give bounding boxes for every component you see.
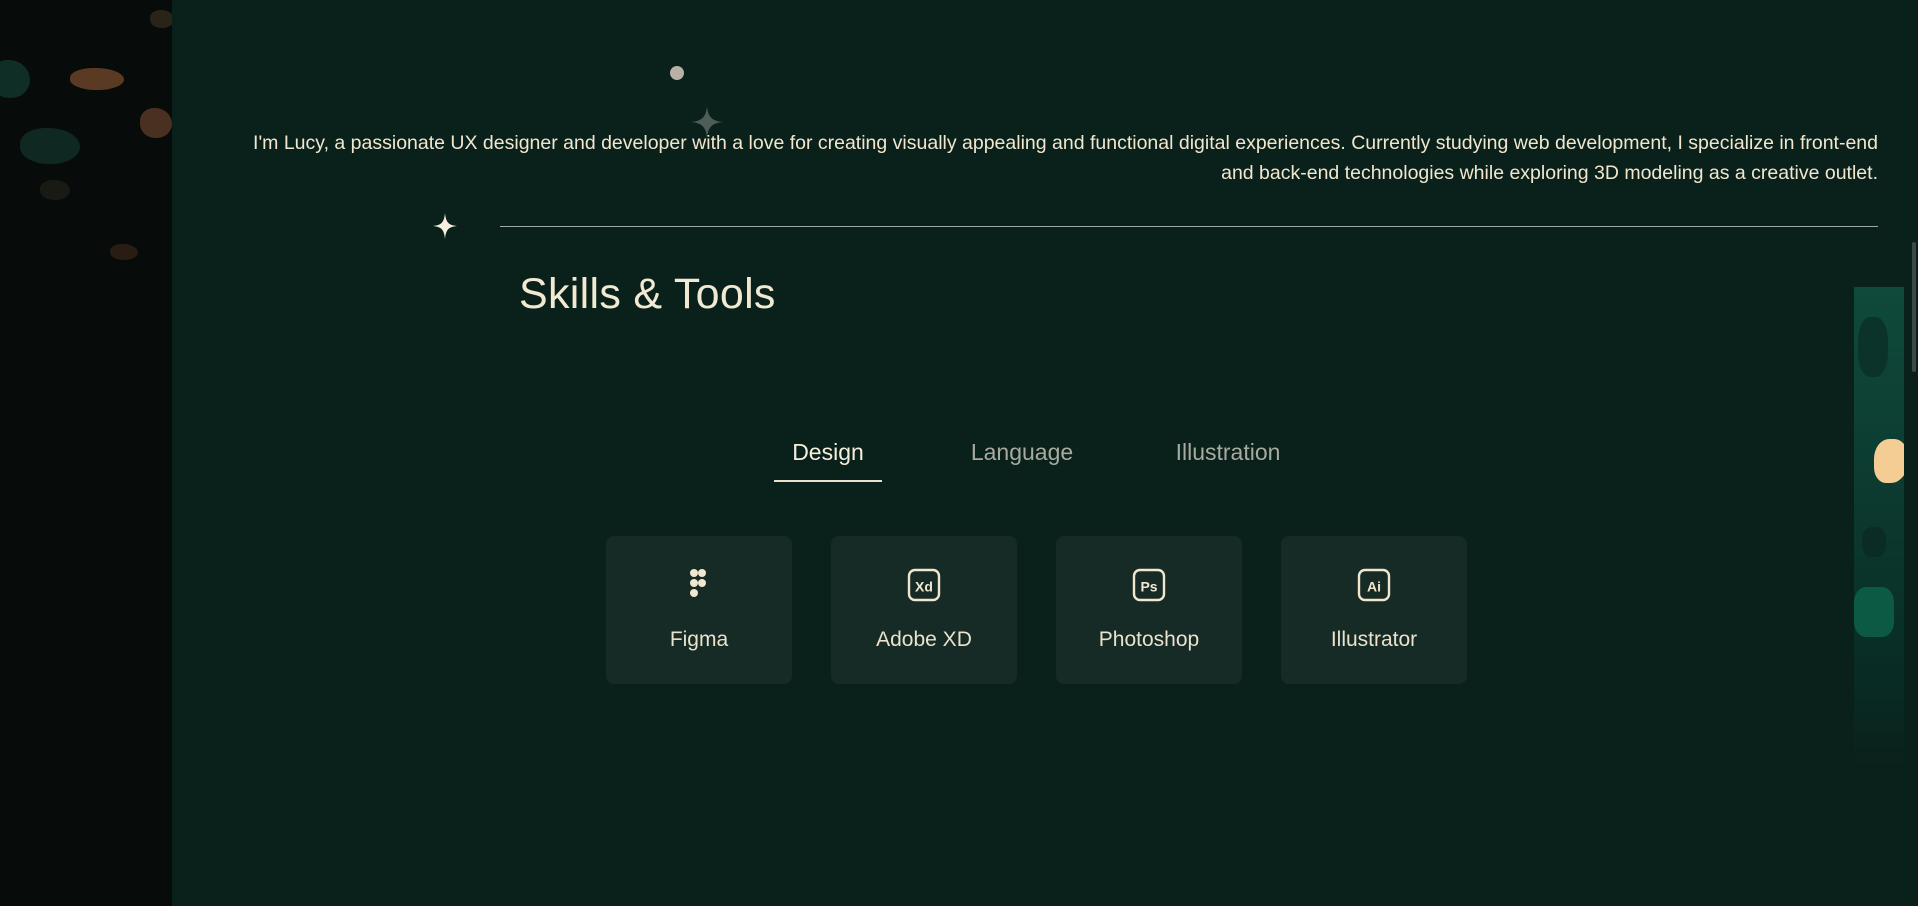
skill-card-photoshop[interactable]: Ps Photoshop: [1056, 536, 1242, 684]
svg-text:Ai: Ai: [1367, 579, 1381, 595]
tab-illustration[interactable]: Illustration: [1158, 428, 1298, 482]
photoshop-icon: Ps: [1056, 568, 1242, 602]
svg-text:Ps: Ps: [1140, 579, 1157, 595]
scrollbar-thumb[interactable]: [1912, 242, 1916, 372]
skill-card-label: Photoshop: [1098, 628, 1200, 651]
illustrator-icon: Ai: [1281, 568, 1467, 602]
about-section: I'm Lucy, a passionate UX designer and d…: [172, 0, 1918, 906]
decor-blob: [110, 244, 138, 260]
page-scrollbar[interactable]: [1910, 0, 1918, 906]
skill-card-label: Illustrator: [1330, 628, 1418, 651]
section-divider: [500, 226, 1878, 227]
decor-shape: [1862, 527, 1886, 557]
intro-paragraph: I'm Lucy, a passionate UX designer and d…: [202, 128, 1878, 188]
skill-card-label: Figma: [669, 628, 729, 651]
decor-dot: [670, 66, 684, 80]
section-title: Skills & Tools: [519, 270, 776, 318]
decor-blob: [0, 60, 30, 98]
figma-icon: [606, 568, 792, 602]
intro-line: I'm Lucy, a passionate UX designer and d…: [253, 132, 1878, 154]
decor-blob: [140, 108, 172, 138]
skill-card-label: Adobe XD: [876, 628, 972, 651]
decor-blob: [20, 128, 80, 164]
svg-text:Xd: Xd: [915, 579, 933, 595]
adobe-xd-icon: Xd: [831, 568, 1017, 602]
decor-blob: [150, 10, 172, 28]
decor-blob: [70, 68, 124, 90]
skill-card-figma[interactable]: Figma: [606, 536, 792, 684]
sparkle-icon: [433, 213, 457, 239]
left-decorative-strip: [0, 0, 172, 906]
decor-shape: [1858, 317, 1888, 377]
skill-card-illustrator[interactable]: Ai Illustrator: [1281, 536, 1467, 684]
tab-design[interactable]: Design: [774, 428, 882, 482]
decorative-artwork: [1854, 287, 1904, 767]
skills-tabs: Design Language Illustration: [172, 428, 1918, 484]
decor-shape: [1854, 587, 1894, 637]
decor-blob: [40, 180, 70, 200]
skill-card-adobe-xd[interactable]: Xd Adobe XD: [831, 536, 1017, 684]
decor-shape: [1874, 439, 1904, 483]
intro-line: and back-end technologies while explorin…: [1221, 162, 1878, 184]
tab-language[interactable]: Language: [952, 428, 1092, 482]
